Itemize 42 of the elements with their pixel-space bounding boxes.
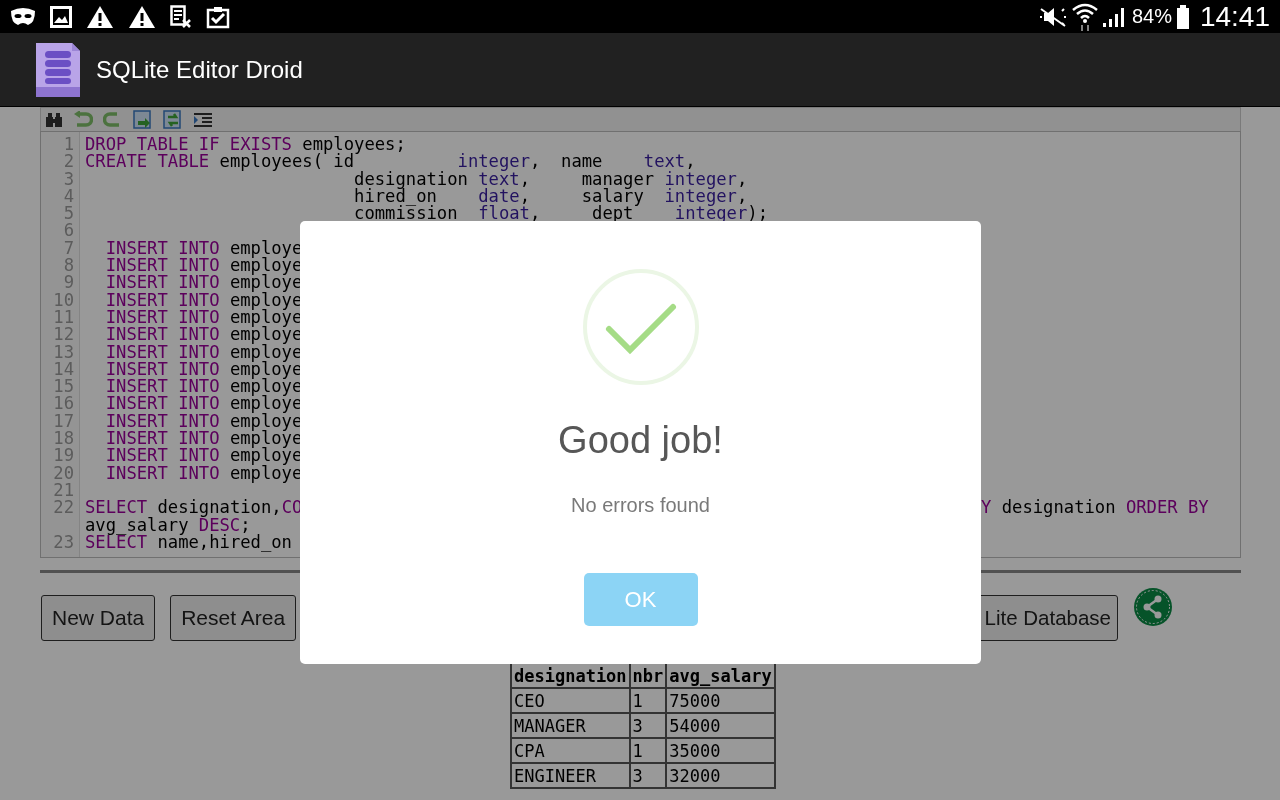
warning-icon [86,4,114,29]
line-number: 1 [63,134,74,154]
table-cell: 75000 [666,688,775,713]
table-cell: 1 [629,688,667,713]
image-icon [50,5,72,28]
indent-icon[interactable] [193,110,213,129]
battery-icon [1175,4,1190,29]
code-line: DROP TABLE IF EXISTS employees; [85,134,406,154]
swap-icon[interactable] [163,109,183,130]
dialog-title: Good job! [558,419,723,462]
table-cell: 54000 [666,713,775,738]
table-cell: CEO [511,688,630,713]
undo-icon[interactable] [73,110,93,129]
binoculars-icon[interactable] [45,111,63,128]
table-cell: 1 [629,738,667,763]
share-icon[interactable] [1133,587,1173,627]
action-button[interactable]: New Data [41,595,156,641]
table-cell: CPA [511,738,630,763]
code-line: INSERT INTO employe [104,237,303,258]
code-line: Y designation ORDER BY [981,499,1209,517]
import-icon[interactable] [133,109,153,130]
success-check-icon [580,267,701,387]
mask-icon [10,6,36,27]
dialog-message: No errors found [571,494,710,517]
action-button[interactable]: Reset Area [170,595,297,641]
clipboard-check-icon [206,4,230,29]
line-number: 22 [53,497,74,518]
table-cell: ENGINEER [511,763,630,788]
app-title: SQLite Editor Droid [96,55,303,84]
mute-icon [1037,5,1068,28]
table-cell: 3 [629,763,667,788]
warning-icon [128,4,156,29]
line-number: 23 [53,531,74,552]
app-logo-icon [34,40,82,99]
wifi-icon [1071,1,1098,32]
table-cell: MANAGER [511,713,630,738]
clock: 14:41 [1199,0,1270,33]
table-cell: 3 [629,713,667,738]
table-cell: 32000 [666,763,775,788]
battery-percentage: 84% [1131,5,1172,28]
document-x-icon [170,4,192,29]
table-cell: 35000 [666,738,775,763]
